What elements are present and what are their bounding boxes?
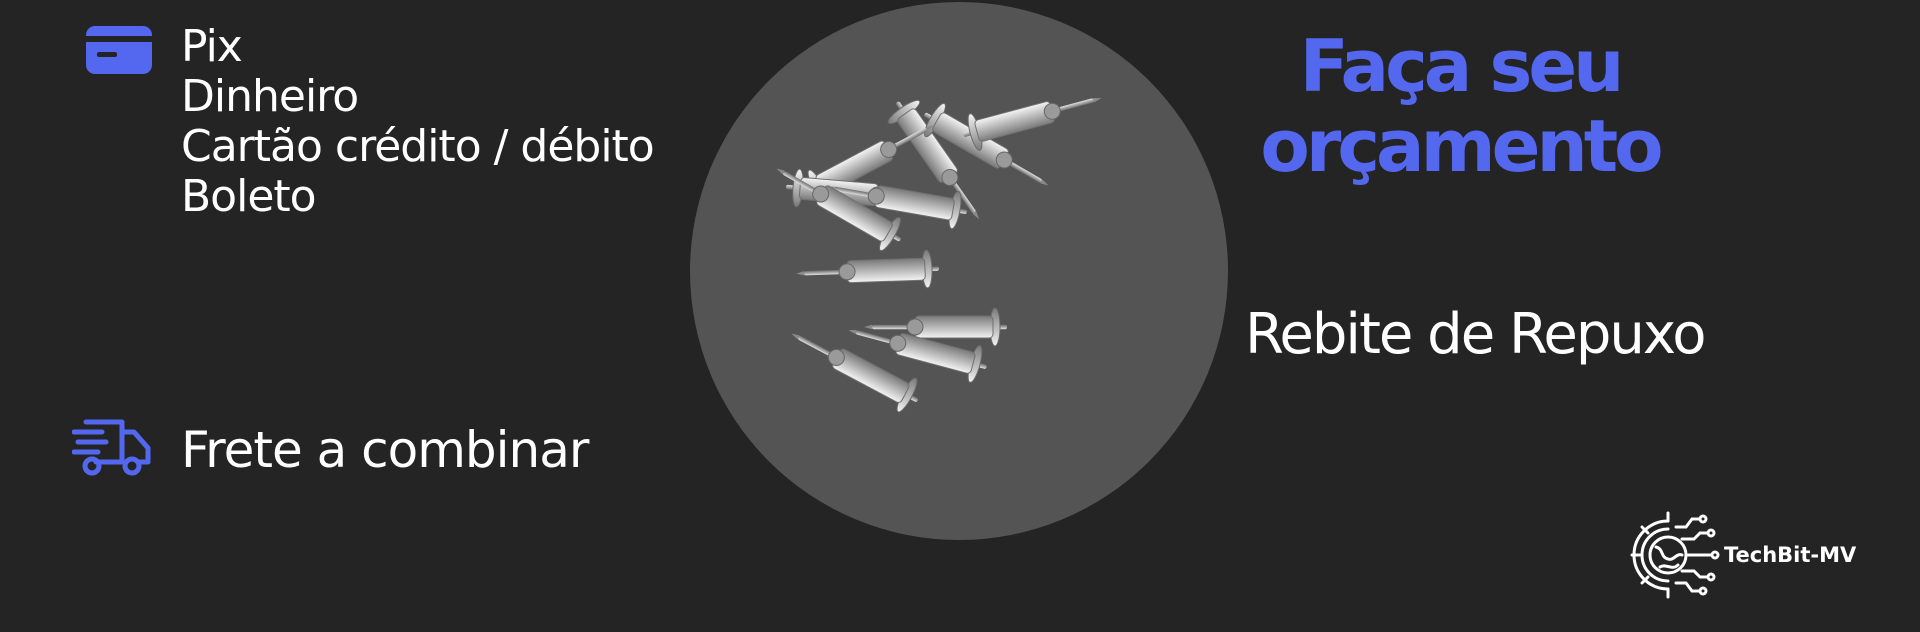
delivery-truck-icon: [71, 418, 154, 478]
brand-name: TechBit-MV: [1724, 543, 1857, 567]
payment-method-card: Cartão crédito / débito: [181, 121, 655, 172]
payment-method-pix: Pix: [181, 21, 243, 72]
headline: Faça seu orçamento: [1200, 26, 1720, 186]
product-image: [690, 2, 1228, 540]
headline-line-1: Faça seu: [1299, 24, 1625, 108]
product-name: Rebite de Repuxo: [1245, 302, 1707, 367]
payment-method-boleto: Boleto: [181, 171, 317, 222]
payment-methods-list: Pix Dinheiro Cartão crédito / débito Bol…: [181, 21, 655, 222]
credit-card-icon: [86, 26, 152, 74]
pop-rivets-photo: [766, 79, 1107, 418]
brand-logo: TechBit-MV: [1620, 505, 1870, 605]
gear-circuit-logo-icon: [1630, 511, 1720, 599]
payment-method-cash: Dinheiro: [181, 71, 359, 122]
headline-line-2: orçamento: [1260, 104, 1663, 188]
shipping-label: Frete a combinar: [181, 421, 589, 479]
